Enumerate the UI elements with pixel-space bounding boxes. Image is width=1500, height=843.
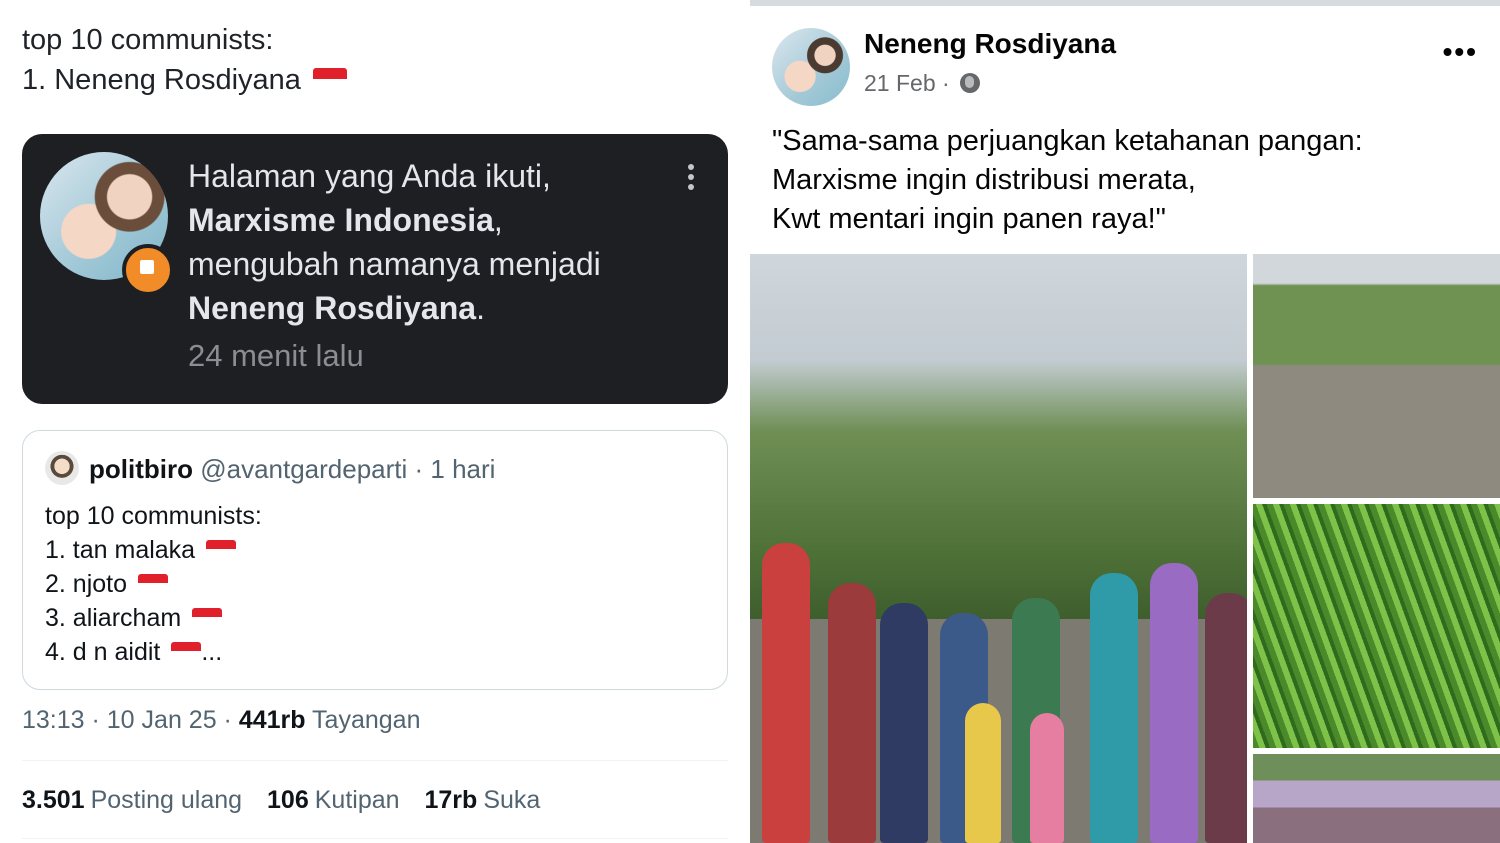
globe-icon: [960, 72, 981, 93]
tweet-stats: 3.501 Posting ulang 106 Kutipan 17rb Suka: [22, 786, 558, 815]
quoted-line: top 10 communists:: [45, 502, 262, 530]
quoted-tweet[interactable]: politbiro @avantgardeparti · 1 hari top …: [22, 430, 728, 690]
reposts-label: Posting ulang: [90, 786, 243, 814]
notification-screenshot: Halaman yang Anda ikuti, Marxisme Indone…: [22, 134, 728, 404]
new-page-name: Neneng Rosdiyana: [188, 290, 477, 326]
quoted-line: 1. tan malaka: [45, 533, 237, 567]
post-photo-main[interactable]: [750, 254, 1247, 843]
post-meta: 21 Feb ·: [864, 70, 981, 97]
tweet-time[interactable]: 13:13: [22, 706, 85, 734]
tweet-meta: 13:13 · 10 Jan 25 · 441rb Tayangan: [22, 706, 420, 735]
indonesia-flag-icon: [171, 642, 202, 661]
person-figure: [880, 603, 928, 843]
post-photo-top-right[interactable]: [1253, 254, 1500, 498]
post-photo-bottom-right[interactable]: [1253, 754, 1500, 843]
post-photo-middle-right[interactable]: [1253, 504, 1500, 748]
page-flag-badge-icon: [122, 244, 174, 296]
quoted-separator: ·: [407, 454, 431, 484]
post-date[interactable]: 21 Feb: [864, 70, 936, 96]
views-count: 441rb: [238, 706, 306, 734]
reposts-count: 3.501: [22, 786, 85, 814]
quotes-stat[interactable]: 106 Kutipan: [267, 786, 400, 814]
notification-line-4: Neneng Rosdiyana.: [188, 286, 485, 330]
quoted-display-name[interactable]: politbiro: [89, 454, 193, 484]
tweet-date[interactable]: 10 Jan 25: [107, 706, 217, 734]
quotes-label: Kutipan: [314, 786, 400, 814]
post-text-line: "Sama-sama perjuangkan ketahanan pangan:: [772, 125, 1363, 157]
tweet-panel: top 10 communists: 1. Neneng Rosdiyana H…: [0, 0, 750, 843]
reposts-stat[interactable]: 3.501 Posting ulang: [22, 786, 242, 814]
notification-period: .: [476, 290, 485, 326]
child-figure: [1030, 713, 1064, 843]
quoted-age: 1 hari: [430, 454, 496, 484]
notification-line-1: Halaman yang Anda ikuti,: [188, 158, 551, 194]
likes-stat[interactable]: 17rb Suka: [425, 786, 541, 814]
more-options-button[interactable]: •••: [1443, 36, 1478, 68]
child-figure: [965, 703, 1001, 843]
indonesia-flag-icon: [137, 574, 168, 593]
divider: [22, 838, 728, 839]
indonesia-flag-icon: [192, 608, 223, 627]
tweet-text-line-2-label: 1. Neneng Rosdiyana: [22, 64, 301, 96]
person-figure: [762, 543, 810, 843]
notification-time: 24 menit lalu: [188, 338, 364, 373]
tweet-text-line-2: 1. Neneng Rosdiyana: [22, 60, 347, 100]
likes-count: 17rb: [424, 786, 478, 814]
person-figure: [1090, 573, 1138, 843]
quoted-line: 3. aliarcham: [45, 601, 223, 635]
meta-separator: ·: [84, 706, 107, 734]
post-text-line: Marxisme ingin distribusi merata,: [772, 164, 1196, 196]
quoted-line-text: 1. tan malaka: [45, 536, 196, 564]
old-page-name: Marxisme Indonesia: [188, 202, 494, 238]
quoted-line: 4. d n aidit ...: [45, 635, 222, 669]
quoted-ellipsis: ...: [201, 638, 223, 666]
post-text-line: Kwt mentari ingin panen raya!": [772, 203, 1166, 235]
notification-line-2: Marxisme Indonesia,: [188, 198, 503, 242]
tweet-text-line-1: top 10 communists:: [22, 24, 274, 56]
top-divider: [750, 0, 1500, 6]
notification-comma: ,: [493, 202, 503, 238]
quoted-avatar[interactable]: [45, 451, 79, 485]
likes-label: Suka: [483, 786, 541, 814]
person-figure: [1150, 563, 1198, 843]
facebook-post: Neneng Rosdiyana 21 Feb · ••• "Sama-sama…: [750, 0, 1500, 843]
person-figure: [1205, 593, 1247, 843]
quoted-line-text: 3. aliarcham: [45, 604, 182, 632]
quoted-line: 2. njoto: [45, 567, 168, 601]
meta-separator: ·: [216, 706, 239, 734]
indonesia-flag-icon: [206, 540, 237, 559]
profile-avatar[interactable]: [772, 28, 850, 106]
divider: [22, 760, 728, 761]
more-options-icon[interactable]: [686, 164, 696, 198]
quoted-handle[interactable]: @avantgardeparti: [200, 454, 407, 484]
profile-name[interactable]: Neneng Rosdiyana: [864, 28, 1116, 60]
person-figure: [828, 583, 876, 843]
indonesia-flag-icon: [312, 68, 347, 91]
views-label: Tayangan: [312, 706, 421, 734]
date-separator: ·: [935, 70, 957, 96]
quotes-count: 106: [267, 786, 309, 814]
quoted-line-text: 4. d n aidit: [45, 638, 161, 666]
quoted-line-text: 2. njoto: [45, 570, 128, 598]
notification-line-3: mengubah namanya menjadi: [188, 246, 601, 282]
quoted-header: politbiro @avantgardeparti · 1 hari: [89, 451, 495, 487]
